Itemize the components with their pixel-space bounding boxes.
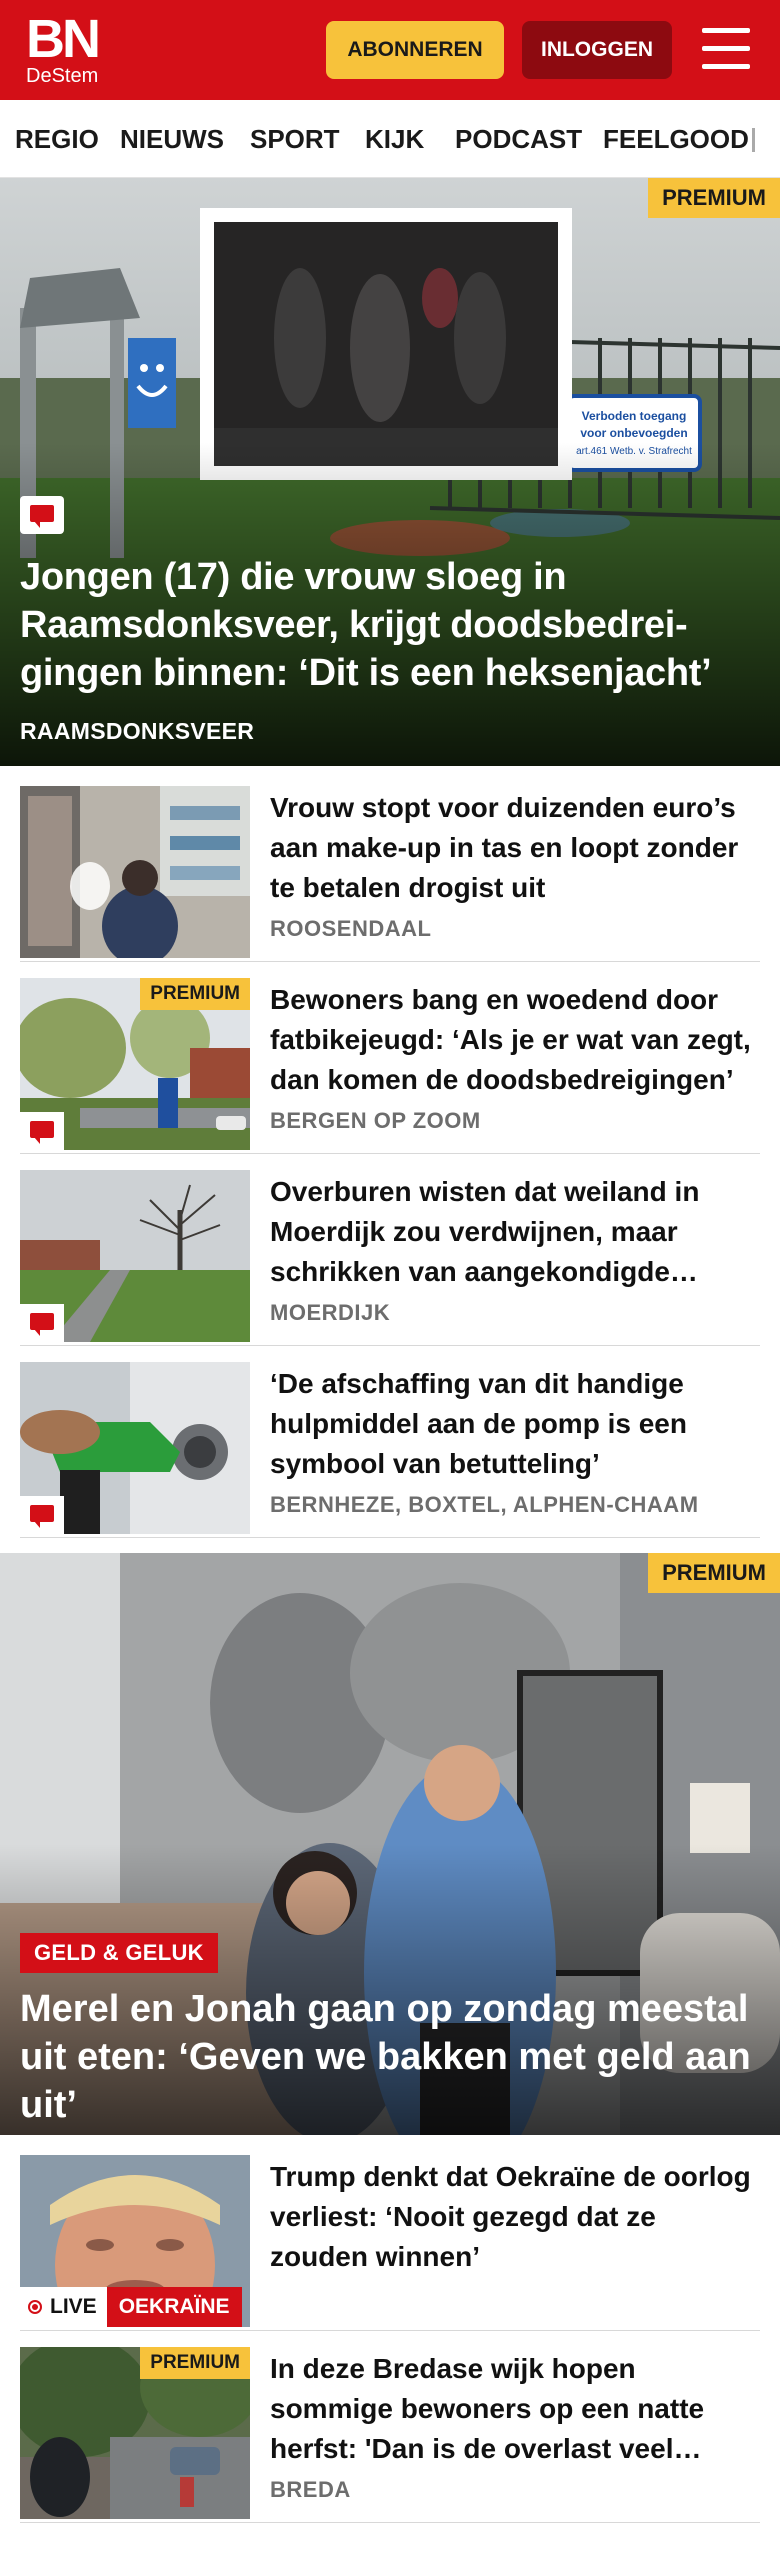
list-item[interactable]: Overburen wisten dat weiland in Moerdijk…	[20, 1170, 760, 1346]
article-location-tag: BERGEN OP ZOOM	[270, 1108, 481, 1133]
article-thumbnail: LIVE OEKRAÏNE	[20, 2155, 250, 2327]
premium-badge: PREMIUM	[648, 1553, 780, 1593]
article-thumbnail	[20, 1362, 250, 1534]
article-thumbnail: PREMIUM	[20, 2347, 250, 2519]
logo-destem: DeStem	[26, 65, 99, 87]
nav-item-nieuws[interactable]: NIEUWS	[120, 100, 224, 177]
feature-title[interactable]: Merel en Jonah gaan op zondag meestal ui…	[20, 1985, 760, 2129]
subscribe-button[interactable]: ABONNEREN	[326, 21, 504, 79]
article-location-tag: BREDA	[270, 2477, 351, 2502]
list-item[interactable]: PREMIUM Bewoners bang en woedend door fa…	[20, 978, 760, 1154]
article-location-tag: BERNHEZE, BOXTEL, ALPHEN-CHAAM	[270, 1492, 699, 1517]
nav-item-podcast[interactable]: PODCAST	[455, 100, 582, 177]
article-title[interactable]: ‘De afschaffing van dit handige hulpmidd…	[270, 1364, 756, 1484]
category-label[interactable]: GELD & GELUK	[20, 1933, 218, 1973]
comments-icon	[20, 496, 64, 534]
comments-icon	[20, 1496, 64, 1534]
premium-badge: PREMIUM	[140, 978, 250, 1010]
comments-icon	[20, 1304, 64, 1342]
comments-icon	[20, 1112, 64, 1150]
nav-item-feelgood[interactable]: FEELGOOD	[603, 100, 749, 177]
nav-item-regio[interactable]: REGIO	[15, 100, 99, 177]
hero-article[interactable]: Verboden toegang voor onbevoegden art.46…	[0, 178, 780, 766]
list-item[interactable]: LIVE OEKRAÏNE Trump denkt dat Oekraïne d…	[20, 2155, 760, 2331]
live-text: LIVE	[50, 2295, 97, 2318]
feature-article[interactable]: PREMIUM GELD & GELUK Merel en Jonah gaan…	[0, 1553, 780, 2135]
article-title[interactable]: Overburen wisten dat weiland in Moerdijk…	[270, 1172, 756, 1292]
logo-bn: BN	[26, 9, 101, 69]
nav-item-kijk[interactable]: KIJK	[365, 100, 424, 177]
login-button[interactable]: INLOGGEN	[522, 21, 672, 79]
live-label: LIVE	[20, 2287, 107, 2327]
article-location-tag: ROOSENDAAL	[270, 916, 432, 941]
article-title[interactable]: In deze Bredase wijk hopen sommige bewon…	[270, 2349, 756, 2469]
hero-title[interactable]: Jongen (17) die vrouw sloeg in Raamsdonk…	[20, 553, 770, 697]
nav-item-sport[interactable]: SPORT	[250, 100, 340, 177]
premium-badge: PREMIUM	[140, 2347, 250, 2379]
list-item[interactable]: ‘De afschaffing van dit handige hulpmidd…	[20, 1362, 760, 1538]
list-item[interactable]: PREMIUM In deze Bredase wijk hopen sommi…	[20, 2347, 760, 2523]
article-title[interactable]: Vrouw stopt voor duizenden euro’s aan ma…	[270, 788, 756, 908]
nav-overflow-indicator	[752, 128, 755, 152]
article-location-tag: MOERDIJK	[270, 1300, 391, 1325]
topic-label: OEKRAÏNE	[106, 2287, 242, 2327]
premium-badge: PREMIUM	[648, 178, 780, 218]
article-title[interactable]: Bewoners bang en woedend door fatbikejeu…	[270, 980, 756, 1100]
live-dot-icon	[28, 2300, 42, 2314]
list-item[interactable]: Vrouw stopt voor duizenden euro’s aan ma…	[20, 786, 760, 962]
hamburger-menu-icon[interactable]	[700, 26, 752, 72]
site-header: BN DeStem ABONNEREN INLOGGEN	[0, 0, 780, 100]
section-nav: REGIO NIEUWS SPORT KIJK PODCAST FEELGOOD	[0, 100, 780, 178]
article-thumbnail	[20, 1170, 250, 1342]
live-badge: LIVE OEKRAÏNE	[20, 2287, 242, 2327]
site-logo[interactable]: BN DeStem	[26, 9, 101, 87]
article-title[interactable]: Trump denkt dat Oekraïne de oorlog verli…	[270, 2157, 756, 2277]
article-thumbnail	[20, 786, 250, 958]
hero-location-tag: RAAMSDONKSVEER	[20, 718, 255, 744]
article-thumbnail: PREMIUM	[20, 978, 250, 1150]
